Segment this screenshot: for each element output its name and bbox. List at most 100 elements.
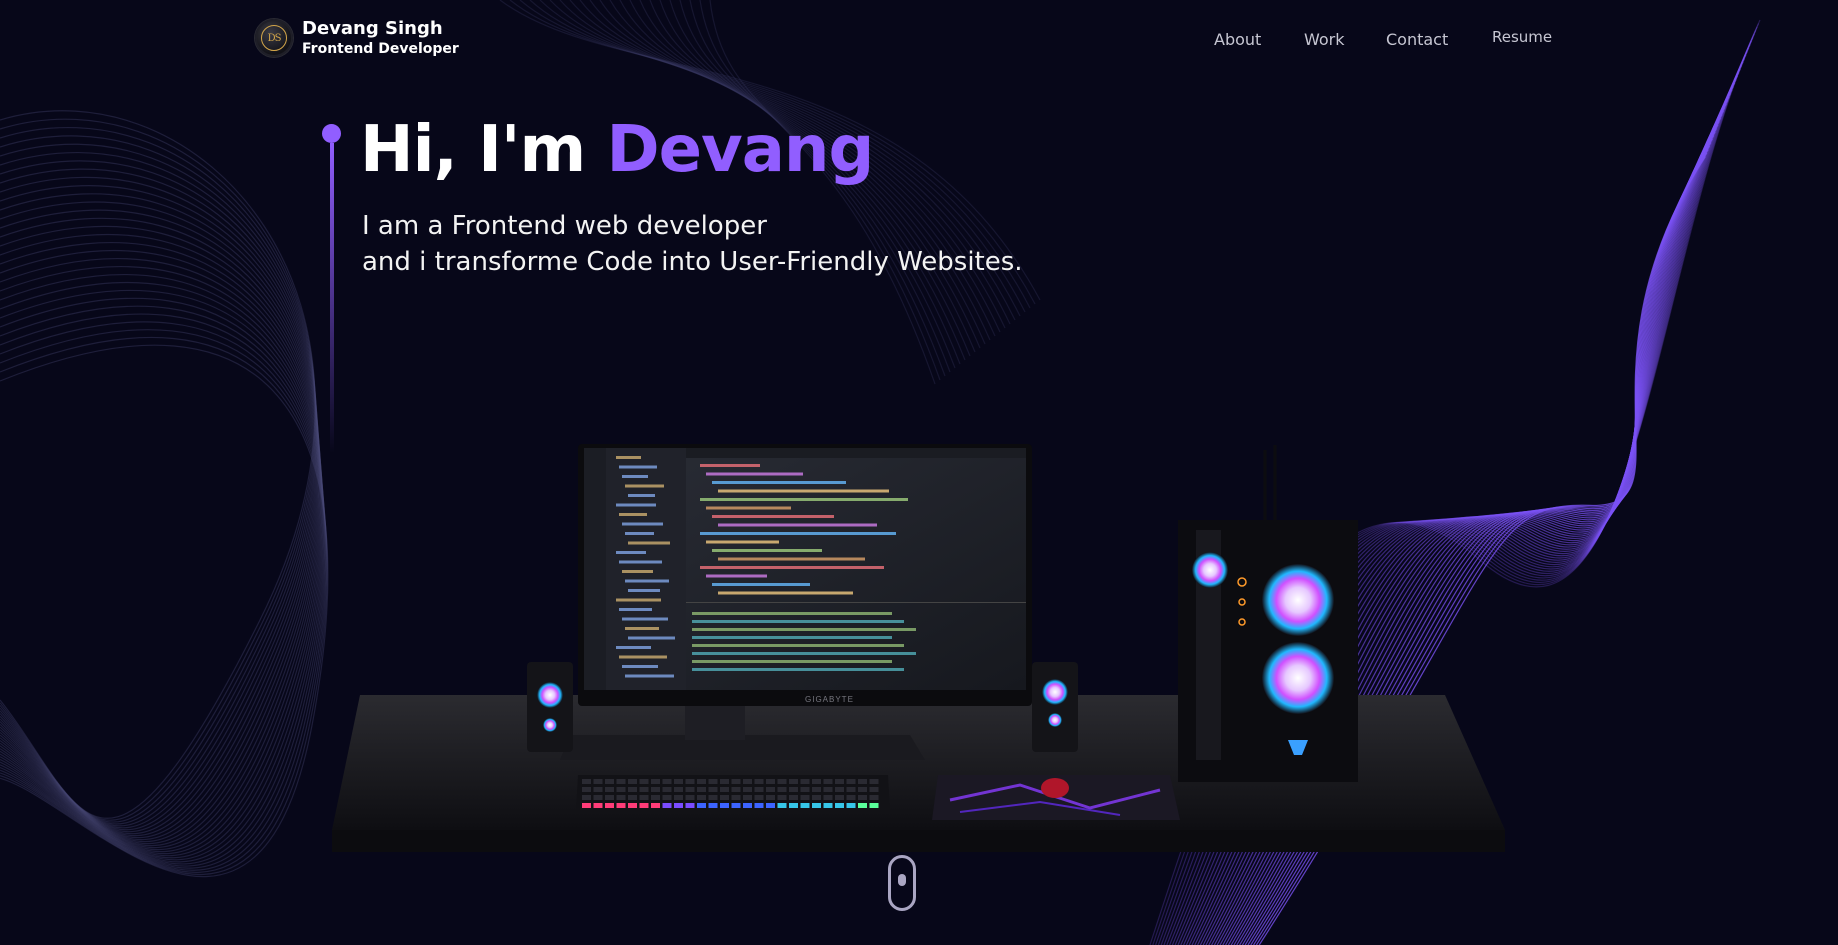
key <box>835 795 844 800</box>
key <box>685 779 695 784</box>
rail-line <box>330 143 334 453</box>
hero-subtitle-line1: I am a Frontend web developer <box>362 211 767 241</box>
wave-line <box>0 127 317 823</box>
key <box>708 803 718 808</box>
wave-line <box>0 110 316 819</box>
key <box>846 779 856 784</box>
key <box>628 795 637 800</box>
key <box>743 803 752 808</box>
key <box>662 795 672 800</box>
explorer-file <box>625 627 659 630</box>
key <box>685 795 695 800</box>
key <box>639 795 649 800</box>
wave-line <box>0 193 320 838</box>
key <box>800 795 810 800</box>
code-line <box>712 549 822 552</box>
key <box>835 803 844 808</box>
mouse <box>1041 778 1069 798</box>
desk-edge <box>332 830 1505 852</box>
key <box>858 795 867 800</box>
code-line <box>700 498 908 501</box>
scroll-mouse-icon[interactable] <box>888 855 916 911</box>
key <box>605 803 614 808</box>
key <box>708 779 718 784</box>
key <box>639 779 649 784</box>
brand-name: Devang Singh <box>302 18 443 39</box>
key <box>869 803 879 808</box>
terminal-line <box>692 660 892 663</box>
desk-setup-3d-scene[interactable]: GIGABYTE <box>320 430 1510 890</box>
pc-fan-bottom <box>1262 642 1334 714</box>
key <box>651 803 660 808</box>
key <box>674 787 683 792</box>
wave-line <box>0 143 318 827</box>
key <box>754 803 764 808</box>
nav-resume-link[interactable]: Resume <box>1492 28 1552 46</box>
logo-initials: DS <box>261 25 287 52</box>
key <box>616 803 626 808</box>
code-line <box>706 540 779 544</box>
explorer-file <box>625 532 654 535</box>
key <box>651 787 660 792</box>
explorer-file <box>619 465 657 469</box>
key <box>800 803 810 808</box>
nav-work-link[interactable]: Work <box>1304 30 1345 49</box>
explorer-file <box>622 475 648 478</box>
key <box>731 779 741 784</box>
key <box>789 779 798 784</box>
code-line <box>706 472 803 476</box>
explorer-file <box>628 541 670 545</box>
key <box>777 787 787 792</box>
code-line <box>718 489 889 493</box>
wave-line <box>0 168 319 833</box>
code-line <box>712 481 846 484</box>
hero-greeting: Hi, I'm <box>360 113 607 187</box>
wave-line <box>699 0 941 381</box>
key <box>823 787 833 792</box>
key <box>582 779 591 784</box>
key <box>593 803 603 808</box>
brand-logo-link[interactable]: DS Devang Singh Frontend Developer <box>255 18 459 58</box>
key <box>812 787 821 792</box>
pc-side-fan <box>1192 552 1228 588</box>
hero-title: Hi, I'm Devang <box>360 112 874 189</box>
code-line <box>718 591 853 595</box>
key <box>593 795 603 800</box>
nav-contact-link[interactable]: Contact <box>1386 30 1448 49</box>
key <box>639 787 649 792</box>
key <box>858 787 867 792</box>
explorer-file <box>619 608 652 611</box>
key <box>754 787 764 792</box>
rail-dot <box>322 124 341 143</box>
key <box>823 795 833 800</box>
hero-name: Devang <box>606 113 874 187</box>
key <box>697 779 706 784</box>
key <box>593 779 603 784</box>
explorer-file <box>625 484 664 488</box>
terminal-line <box>692 644 904 647</box>
key <box>720 787 729 792</box>
key <box>766 779 775 784</box>
explorer-file <box>616 456 641 459</box>
key <box>731 795 741 800</box>
code-line <box>700 464 760 467</box>
key <box>869 795 879 800</box>
key <box>743 779 752 784</box>
key <box>800 787 810 792</box>
key <box>628 803 637 808</box>
explorer-file <box>616 551 646 554</box>
key <box>777 803 787 808</box>
key <box>651 795 660 800</box>
explorer-file <box>619 655 667 659</box>
wave-line <box>709 0 936 385</box>
key <box>685 787 695 792</box>
code-line <box>706 574 767 578</box>
key <box>662 803 672 808</box>
key <box>766 795 775 800</box>
key <box>616 787 626 792</box>
key <box>662 779 672 784</box>
explorer-file <box>628 494 655 497</box>
key <box>639 803 649 808</box>
nav-about-link[interactable]: About <box>1214 30 1261 49</box>
key <box>616 795 626 800</box>
